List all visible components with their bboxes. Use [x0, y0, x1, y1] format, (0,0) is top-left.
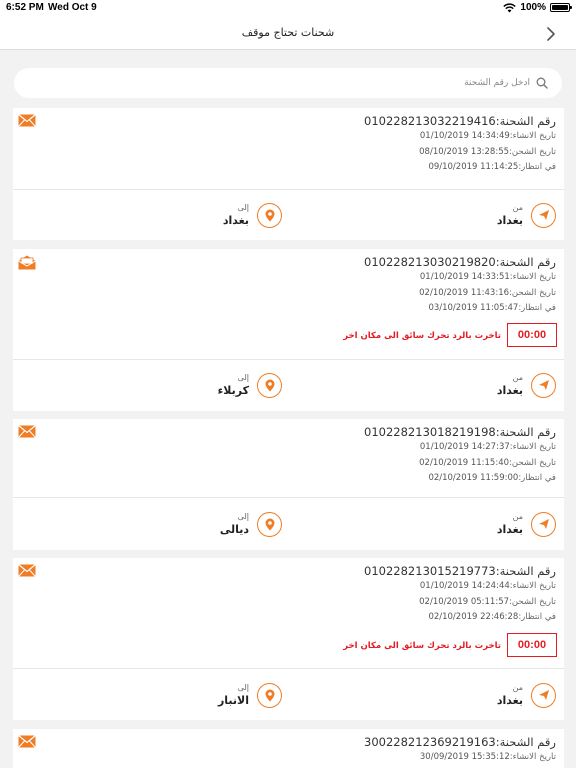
location-pin-icon — [257, 511, 282, 537]
shipment-info: رقم الشحنة:010228213030219820 تاريخ الان… — [364, 255, 556, 317]
shipment-info: رقم الشحنة:010228213032219416 تاريخ الان… — [364, 114, 556, 176]
route-from: من بغداد — [497, 194, 556, 236]
to-city: بغداد — [222, 214, 249, 227]
route-from: من بغداد — [497, 674, 556, 716]
mail-icon — [18, 114, 36, 127]
created-date: تاريخ الانشاء:30/09/2019 15:35:12 — [419, 752, 556, 762]
location-pin-icon — [257, 682, 282, 708]
route-from: من بغداد — [497, 364, 556, 406]
shipment-card[interactable]: رقم الشحنة:010228213015219773 تاريخ الان… — [13, 558, 564, 720]
divider — [13, 359, 564, 360]
shipment-info: رقم الشحنة:300228212369219163 تاريخ الان… — [364, 735, 556, 766]
shipment-card[interactable]: رقم الشحنة:010228213018219198 تاريخ الان… — [13, 419, 564, 550]
search-input[interactable] — [130, 78, 530, 88]
search-icon — [536, 77, 548, 89]
countdown-timer: 00:00 — [507, 633, 557, 657]
send-icon — [531, 511, 556, 537]
status-date: Wed Oct 9 — [48, 2, 97, 13]
shipped-date: تاريخ الشحن:08/10/2019 13:28:55 — [419, 146, 556, 157]
shipped-date: تاريخ الشحن:02/10/2019 11:15:40 — [419, 457, 556, 468]
page-title: شحنات تحتاج موقف — [241, 26, 335, 39]
created-date: تاريخ الانشاء:01/10/2019 14:24:44 — [419, 581, 556, 591]
waiting-date: في انتظار:02/10/2019 11:59:00 — [428, 473, 556, 483]
divider — [13, 189, 564, 190]
status-bar: 6:52 PM Wed Oct 9 100% — [0, 0, 576, 18]
countdown-timer: 00:00 — [507, 323, 557, 347]
route: من بغداد إلى كربلاء — [13, 364, 564, 406]
battery-icon — [550, 3, 572, 12]
wifi-icon — [503, 2, 517, 12]
battery-percent: 100% — [520, 2, 546, 13]
from-city: بغداد — [496, 214, 523, 227]
location-pin-icon — [257, 202, 282, 228]
route-from: من بغداد — [497, 503, 556, 545]
route: من بغداد إلى الانبار — [13, 674, 564, 716]
late-message: تاخرت بالرد تحرك سائق الى مكان اخر — [343, 331, 501, 341]
from-city: بغداد — [496, 694, 523, 707]
waiting-date: في انتظار:02/10/2019 22:46:28 — [428, 612, 556, 622]
route: من بغداد إلى بغداد — [13, 194, 564, 236]
route-to: إلى ديالى — [220, 503, 282, 545]
nav-bar: شحنات تحتاج موقف — [0, 18, 576, 50]
waiting-date: في انتظار:09/10/2019 11:14:25 — [428, 162, 556, 172]
divider — [13, 497, 564, 498]
send-icon — [531, 202, 556, 228]
back-chevron-icon[interactable] — [544, 26, 558, 42]
created-date: تاريخ الانشاء:01/10/2019 14:33:51 — [419, 272, 556, 282]
shipment-number: رقم الشحنة:010228213032219416 — [364, 114, 556, 128]
created-date: تاريخ الانشاء:01/10/2019 14:27:37 — [419, 442, 556, 452]
shipped-date: تاريخ الشحن:02/10/2019 05:11:57 — [419, 596, 556, 607]
mail-icon — [18, 735, 36, 748]
route: من بغداد إلى ديالى — [13, 503, 564, 545]
shipment-info: رقم الشحنة:010228213015219773 تاريخ الان… — [364, 564, 556, 626]
route-to: إلى الانبار — [218, 674, 282, 716]
created-date: تاريخ الانشاء:01/10/2019 14:34:49 — [419, 131, 556, 141]
status-right: 100% — [503, 2, 572, 13]
shipment-card[interactable]: رقم الشحنة:300228212369219163 تاريخ الان… — [13, 729, 564, 768]
status-time: 6:52 PM — [6, 2, 44, 13]
route-to: إلى كربلاء — [218, 364, 282, 406]
to-city: كربلاء — [217, 384, 249, 397]
shipment-number: رقم الشحنة:010228213018219198 — [364, 425, 556, 439]
mail-icon — [18, 564, 36, 577]
late-message: تاخرت بالرد تحرك سائق الى مكان اخر — [343, 641, 501, 651]
location-pin-icon — [257, 372, 282, 398]
to-city: الانبار — [217, 694, 249, 707]
shipment-card[interactable]: رقم الشحنة:010228213032219416 تاريخ الان… — [13, 108, 564, 240]
from-city: بغداد — [496, 384, 523, 397]
shipment-number: رقم الشحنة:300228212369219163 — [364, 735, 556, 749]
shipment-info: رقم الشحنة:010228213018219198 تاريخ الان… — [364, 425, 556, 487]
search-bar — [14, 68, 562, 98]
shipped-date: تاريخ الشحن:02/10/2019 11:43:16 — [419, 287, 556, 298]
shipment-number: رقم الشحنة:010228213030219820 — [364, 255, 556, 269]
divider — [13, 668, 564, 669]
shipment-card[interactable]: رقم الشحنة:010228213030219820 تاريخ الان… — [13, 249, 564, 411]
mail-open-icon — [18, 255, 36, 270]
waiting-date: في انتظار:03/10/2019 11:05:47 — [428, 303, 556, 313]
route-to: إلى بغداد — [223, 194, 282, 236]
send-icon — [531, 682, 556, 708]
from-city: بغداد — [496, 523, 523, 536]
send-icon — [531, 372, 556, 398]
shipment-number: رقم الشحنة:010228213015219773 — [364, 564, 556, 578]
mail-icon — [18, 425, 36, 438]
to-city: ديالى — [219, 523, 249, 536]
